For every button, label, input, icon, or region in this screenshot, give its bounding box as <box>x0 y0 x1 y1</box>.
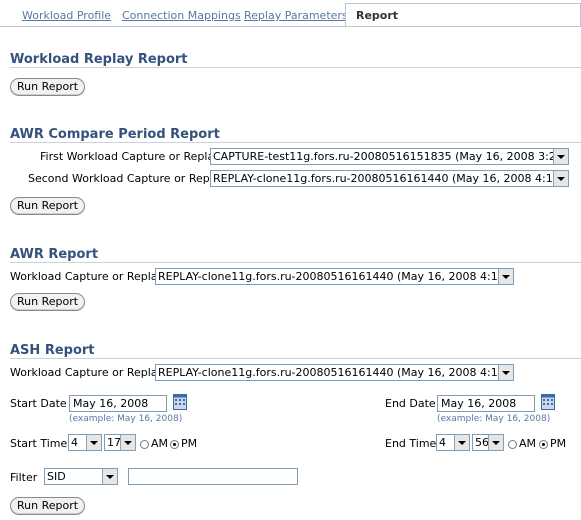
first-capture-label: First Workload Capture or Replay <box>40 150 221 163</box>
awr-capture-label: Workload Capture or Replay <box>10 270 165 283</box>
ash-capture-select[interactable]: REPLAY-clone11g.fors.ru-20080516161440 (… <box>155 364 514 381</box>
tab-workload-profile[interactable]: Workload Profile <box>22 9 111 22</box>
start-date-input[interactable]: May 16, 2008 <box>69 395 167 412</box>
tab-connection-mappings[interactable]: Connection Mappings <box>122 9 241 22</box>
awr-capture-value: REPLAY-clone11g.fors.ru-20080516161440 (… <box>158 270 514 283</box>
end-time-label: End Time <box>385 437 437 450</box>
start-minute-value: 17 <box>107 436 121 449</box>
workload-replay-divider <box>10 67 581 68</box>
chevron-down-icon[interactable] <box>454 435 469 450</box>
end-am-label: AM <box>519 437 537 450</box>
start-am-label: AM <box>151 437 169 450</box>
chevron-down-icon[interactable] <box>553 171 568 186</box>
filter-select[interactable]: SID <box>44 468 118 485</box>
chevron-down-icon[interactable] <box>86 435 101 450</box>
end-date-hint: (example: May 16, 2008) <box>437 414 551 424</box>
end-date-label: End Date <box>385 397 436 410</box>
tab-bar: Workload Profile Connection Mappings Rep… <box>0 0 581 27</box>
chevron-down-icon[interactable] <box>498 269 513 284</box>
chevron-down-icon[interactable] <box>120 435 135 450</box>
second-capture-label: Second Workload Capture or Replay <box>28 172 227 185</box>
awr-heading: AWR Report <box>10 247 99 262</box>
end-am-radio[interactable] <box>508 440 517 449</box>
start-time-label: Start Time <box>10 437 68 450</box>
start-minute-select[interactable]: 17 <box>104 434 136 451</box>
awr-compare-run-button[interactable]: Run Report <box>10 197 86 215</box>
first-capture-select[interactable]: CAPTURE-test11g.fors.ru-20080516151835 (… <box>210 148 569 165</box>
chevron-down-icon[interactable] <box>498 365 513 380</box>
filter-text-input[interactable] <box>128 468 298 485</box>
calendar-icon[interactable] <box>541 393 555 410</box>
start-hour-select[interactable]: 4 <box>68 434 102 451</box>
end-pm-label: PM <box>550 437 567 450</box>
ash-heading: ASH Report <box>10 343 95 358</box>
start-pm-label: PM <box>181 437 198 450</box>
awr-compare-divider <box>10 142 581 143</box>
second-capture-select[interactable]: REPLAY-clone11g.fors.ru-20080516161440 (… <box>210 170 569 187</box>
start-date-label: Start Date <box>10 397 67 410</box>
start-am-radio[interactable] <box>140 440 149 449</box>
filter-label: Filter <box>10 471 38 484</box>
end-pm-radio[interactable] <box>539 440 548 449</box>
ash-run-button[interactable]: Run Report <box>10 497 86 515</box>
ash-capture-label: Workload Capture or Replay <box>10 366 165 379</box>
start-date-hint: (example: May 16, 2008) <box>69 414 183 424</box>
end-hour-select[interactable]: 4 <box>436 434 470 451</box>
end-minute-select[interactable]: 56 <box>472 434 504 451</box>
tab-replay-parameters[interactable]: Replay Parameters <box>244 9 348 22</box>
calendar-icon[interactable] <box>173 393 187 410</box>
end-minute-value: 56 <box>475 436 489 449</box>
start-pm-radio[interactable] <box>170 440 179 449</box>
end-date-input[interactable]: May 16, 2008 <box>437 395 535 412</box>
awr-compare-heading: AWR Compare Period Report <box>10 127 220 142</box>
workload-replay-run-button[interactable]: Run Report <box>10 78 86 96</box>
end-hour-value: 4 <box>439 436 446 449</box>
tab-filler <box>407 3 581 27</box>
workload-replay-heading: Workload Replay Report <box>10 52 188 67</box>
awr-run-button[interactable]: Run Report <box>10 293 86 311</box>
awr-capture-select[interactable]: REPLAY-clone11g.fors.ru-20080516161440 (… <box>155 268 514 285</box>
awr-divider <box>10 262 581 263</box>
filter-select-value: SID <box>47 470 66 483</box>
ash-divider <box>10 358 581 359</box>
chevron-down-icon[interactable] <box>102 469 117 484</box>
tab-divider <box>0 26 581 27</box>
start-hour-value: 4 <box>71 436 78 449</box>
second-capture-value: REPLAY-clone11g.fors.ru-20080516161440 (… <box>213 172 569 185</box>
first-capture-value: CAPTURE-test11g.fors.ru-20080516151835 (… <box>213 150 569 163</box>
chevron-down-icon[interactable] <box>553 149 568 164</box>
chevron-down-icon[interactable] <box>488 435 503 450</box>
ash-capture-value: REPLAY-clone11g.fors.ru-20080516161440 (… <box>158 366 514 379</box>
tab-report[interactable]: Report <box>345 3 409 27</box>
